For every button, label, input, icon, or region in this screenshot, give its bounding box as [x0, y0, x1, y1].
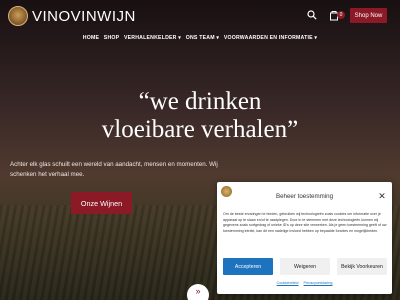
headline-line-2: vloeibare verhalen” — [101, 116, 299, 143]
cart-count-badge: 0 — [337, 11, 345, 19]
intro-line-2: schenken het verhaal mee. — [10, 171, 85, 178]
cookie-text: Om de beste ervaringen te bieden, gebrui… — [223, 212, 387, 233]
double-chevron-down-icon: » — [195, 286, 201, 296]
hero-headline: “we drinken vloeibare verhalen” — [0, 88, 400, 144]
view-preferences-button[interactable]: Bekijk Voorkeuren — [337, 258, 387, 275]
winery-seal-logo[interactable] — [8, 6, 28, 26]
hero-intro-text: Achter elk glas schuilt een wereld van a… — [10, 160, 250, 180]
shop-now-button[interactable]: Shop Now — [350, 8, 387, 23]
nav-item-voorwaarden[interactable]: VOORWAARDEN EN INFORMATIE ▾ — [224, 35, 317, 41]
close-icon[interactable]: ✕ — [377, 191, 387, 201]
cookie-policy-link[interactable]: Cookiebeleid — [277, 281, 299, 285]
cookie-buttons: Accepteren Weigeren Bekijk Voorkeuren — [223, 258, 387, 275]
privacy-statement-link[interactable]: Privacyverklaring — [304, 281, 333, 285]
onze-wijnen-button[interactable]: Onze Wijnen — [71, 192, 132, 214]
cookie-consent-dialog: Beheer toestemming ✕ Om de beste ervarin… — [217, 182, 392, 294]
brand-name[interactable]: VINOVINWIJN — [32, 8, 136, 25]
headline-line-1: “we drinken — [138, 88, 262, 115]
nav-item-verhalenkelder[interactable]: VERHALENKELDER ▾ — [124, 35, 181, 41]
nav-item-shop[interactable]: SHOP — [104, 35, 120, 41]
deny-button[interactable]: Weigeren — [280, 258, 330, 275]
scroll-down-button[interactable]: » — [187, 284, 209, 300]
accept-button[interactable]: Accepteren — [223, 258, 273, 275]
nav-item-ons-team[interactable]: ONS TEAM ▾ — [186, 35, 219, 41]
nav-item-home[interactable]: HOME — [83, 35, 99, 41]
cookie-title: Beheer toestemming — [275, 193, 334, 200]
main-navigation: HOME SHOP VERHALENKELDER ▾ ONS TEAM ▾ VO… — [0, 35, 400, 41]
site-header: VINOVINWIJN 0 Shop Now — [0, 0, 400, 32]
intro-line-1: Achter elk glas schuilt een wereld van a… — [10, 161, 218, 168]
search-icon[interactable] — [307, 10, 317, 20]
cookie-links: Cookiebeleid Privacyverklaring — [217, 281, 392, 285]
